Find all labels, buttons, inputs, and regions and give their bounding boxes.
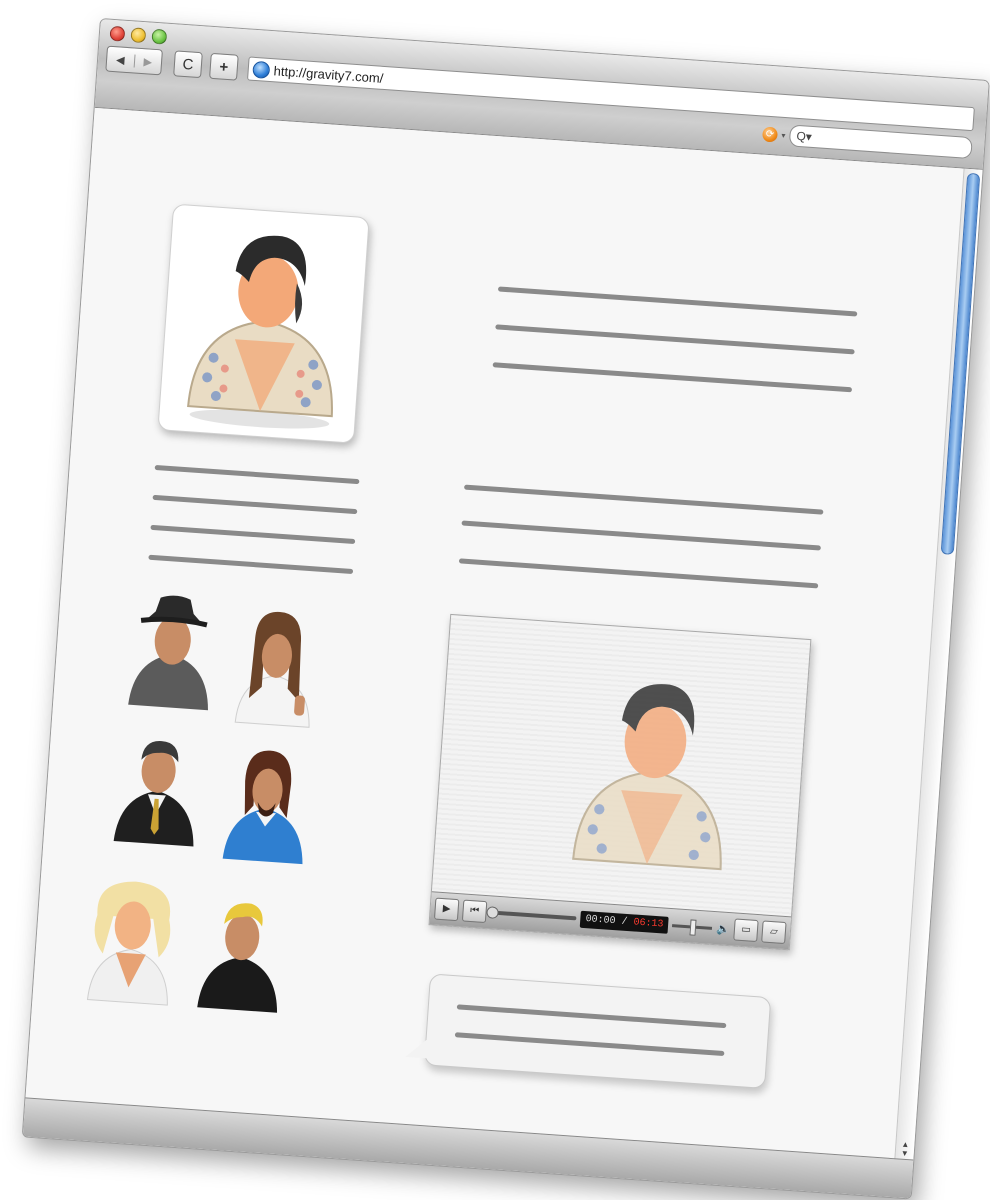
address-bar[interactable]: http://gravity7.com/ <box>247 56 975 132</box>
comment-bubble <box>405 973 772 1089</box>
businessman-avatar <box>113 741 194 847</box>
text-line <box>454 1032 725 1057</box>
bearded-man-avatar <box>222 750 303 865</box>
video-player[interactable]: ▶ ⏮ 00:00 / 06:13 🔈 ▭ ▱ <box>428 613 812 951</box>
zoom-window-button[interactable] <box>151 28 168 45</box>
current-time: 00:00 <box>585 913 616 927</box>
rss-icon[interactable]: ⟳ <box>762 126 779 143</box>
window-controls <box>109 25 168 45</box>
close-window-button[interactable] <box>109 25 126 42</box>
scroll-arrows[interactable]: ▲ ▼ <box>898 1140 911 1159</box>
bubble-tail <box>405 1034 431 1059</box>
text-line <box>148 554 354 574</box>
text-line <box>154 464 360 485</box>
text-line <box>497 286 858 317</box>
fullscreen-button[interactable]: ▭ <box>733 918 759 943</box>
globe-icon <box>252 60 271 79</box>
speaker-icon[interactable]: 🔈 <box>716 922 731 936</box>
blonde-woman-avatar <box>86 881 171 1006</box>
url-text[interactable]: http://gravity7.com/ <box>273 63 384 86</box>
back-forward-buttons: ◀ ▶ <box>105 45 163 76</box>
reload-button[interactable]: C <box>173 50 203 79</box>
text-line <box>150 524 356 545</box>
page-content: ▶ ⏮ 00:00 / 06:13 🔈 ▭ ▱ <box>25 107 965 1160</box>
popout-button[interactable]: ▱ <box>761 920 787 945</box>
duration-time: 06:13 <box>633 916 664 930</box>
time-display: 00:00 / 06:13 <box>579 910 670 934</box>
elvis-avatar <box>187 235 333 429</box>
skip-back-button[interactable]: ⏮ <box>461 899 488 924</box>
long-hair-woman-avatar <box>234 612 310 728</box>
rss-dropdown-icon[interactable]: ▾ <box>781 130 786 139</box>
browser-window: ◀ ▶ C + http://gravity7.com/ ⟳ ▾ Q▾ ▶ ⏮ … <box>21 18 990 1200</box>
minimize-window-button[interactable] <box>130 27 147 44</box>
add-tab-button[interactable]: + <box>209 52 239 81</box>
text-line <box>495 324 855 355</box>
search-input[interactable]: Q▾ <box>788 124 973 160</box>
back-button[interactable]: ◀ <box>107 52 134 67</box>
blond-man-avatar <box>197 903 278 1013</box>
volume-slider[interactable] <box>672 923 713 930</box>
search-icon: Q▾ <box>796 128 813 144</box>
text-line <box>461 520 821 551</box>
play-button[interactable]: ▶ <box>433 897 460 922</box>
time-separator: / <box>615 915 634 928</box>
forward-button[interactable]: ▶ <box>133 53 162 69</box>
profile-photo-card <box>157 203 370 444</box>
elvis-video-frame <box>572 684 722 871</box>
reload-icon: C <box>181 55 194 74</box>
progress-slider[interactable] <box>490 910 577 921</box>
hat-man-avatar <box>128 595 208 711</box>
text-line <box>458 558 819 589</box>
plus-icon: + <box>218 57 229 76</box>
text-line <box>463 484 824 515</box>
text-line <box>152 494 358 515</box>
text-line <box>492 362 853 393</box>
text-line <box>456 1004 727 1029</box>
